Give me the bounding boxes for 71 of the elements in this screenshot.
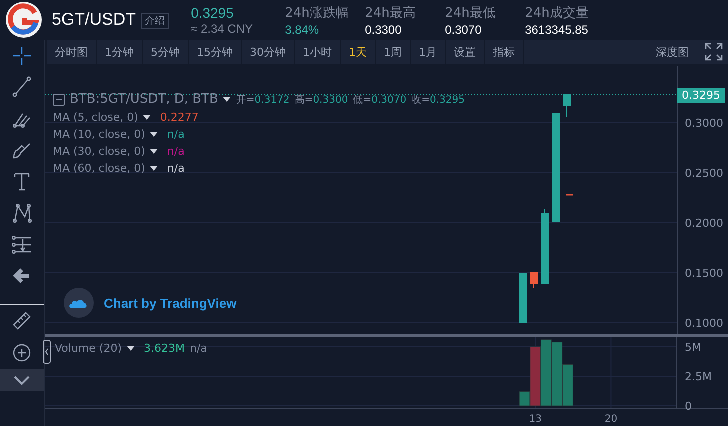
dropdown-icon[interactable] <box>150 149 158 154</box>
indicator-name: MA (10, close, 0) <box>53 128 146 141</box>
ohlc-value: 高=0.3300 <box>294 94 348 106</box>
toolbar-tab[interactable]: 15分钟 <box>189 40 242 64</box>
stat-value: 0.3070 <box>445 22 483 36</box>
logo-icon <box>5 1 43 39</box>
toolbar-tab[interactable]: 1小时 <box>295 40 341 64</box>
zoom-in-icon[interactable] <box>11 342 33 364</box>
stat-value: 0.3300 <box>365 22 403 36</box>
indicator-value: 0.2277 <box>160 111 199 124</box>
moving-average-line <box>566 194 573 196</box>
volume-tick: 2.5M <box>685 370 712 384</box>
price-tick: 0.3000 <box>685 117 724 130</box>
indicator-name: MA (30, close, 0) <box>53 145 146 158</box>
stat-value: 3613345.85 <box>525 22 590 36</box>
indicator-name: MA (5, close, 0) <box>53 111 138 124</box>
volume-legend: Volume (20) <box>55 342 122 355</box>
intro-tag[interactable]: 介绍 <box>141 13 170 29</box>
toolbar-tab[interactable]: 设置 <box>446 40 485 64</box>
time-tick: 13 <box>529 414 542 423</box>
collapse-icon[interactable] <box>53 94 65 106</box>
volume-bar <box>540 340 552 406</box>
stat-label: 24h最低 <box>445 4 497 22</box>
indicator-value: n/a <box>167 162 185 175</box>
dropdown-icon[interactable] <box>127 346 135 351</box>
indicator-value: n/a <box>167 145 185 158</box>
volume-tick: 5M <box>685 341 702 354</box>
toolbar-tab[interactable]: 1月 <box>411 40 446 64</box>
toolbar-tab[interactable]: 1周 <box>376 40 411 64</box>
price-tick: 0.2500 <box>685 167 724 180</box>
stat-label: 24h成交量 <box>525 4 590 22</box>
toolbar-tab[interactable]: 30分钟 <box>242 40 295 64</box>
branding-text: Chart by TradingView <box>104 296 237 310</box>
pattern-icon[interactable] <box>11 202 33 224</box>
fullscreen-icon[interactable] <box>705 43 723 61</box>
depth-chart-button[interactable]: 深度图 <box>648 40 697 64</box>
approx-price: ≈ 2.34 CNY <box>191 22 254 36</box>
toolbar-tab[interactable]: 5分钟 <box>143 40 189 64</box>
toolbar-tab[interactable]: 分时图 <box>47 40 97 64</box>
pair-title: 5GT/USDT <box>52 10 136 30</box>
last-price-badge: 0.3295 <box>677 88 725 103</box>
crosshair-icon[interactable] <box>11 44 33 67</box>
symbol-title: BTB:5GT/USDT, D, BTB <box>70 92 218 107</box>
time-tick: 20 <box>604 414 618 423</box>
ruler-icon[interactable] <box>11 310 33 332</box>
ohlc-value: 开=0.3172 <box>236 94 290 106</box>
dropdown-icon[interactable] <box>150 166 158 171</box>
measure-icon[interactable] <box>11 234 33 256</box>
price-tick: 0.1000 <box>685 317 724 330</box>
ohlc-value: 低=0.3070 <box>353 94 407 106</box>
volume-value: 3.623M <box>144 342 185 355</box>
volume-ma-value: n/a <box>190 342 208 355</box>
stat-label: 24h涨跌幅 <box>285 4 350 22</box>
dropdown-icon[interactable] <box>143 115 152 120</box>
toolbar-tab[interactable]: 1分钟 <box>97 40 143 64</box>
ohlc-value: 收=0.3295 <box>412 94 465 106</box>
indicator-value: n/a <box>167 128 185 141</box>
volume-tick: 0 <box>685 400 692 414</box>
dropdown-icon[interactable] <box>150 132 158 137</box>
cloud-logo-icon <box>64 288 94 318</box>
expand-handle-icon[interactable] <box>43 340 51 364</box>
stat-label: 24h最高 <box>365 4 417 22</box>
toolbar-tab[interactable]: 1天 <box>341 40 376 64</box>
stat-value: 3.84% <box>285 22 320 36</box>
price-tick: 0.2000 <box>685 217 724 230</box>
last-price: 0.3295 <box>191 4 235 20</box>
price-tick: 0.1500 <box>685 267 724 280</box>
indicator-name: MA (60, close, 0) <box>53 162 146 175</box>
dropdown-icon[interactable] <box>223 97 232 102</box>
toolbar-tab[interactable]: 指标 <box>485 40 524 64</box>
line-icon[interactable] <box>11 76 33 98</box>
